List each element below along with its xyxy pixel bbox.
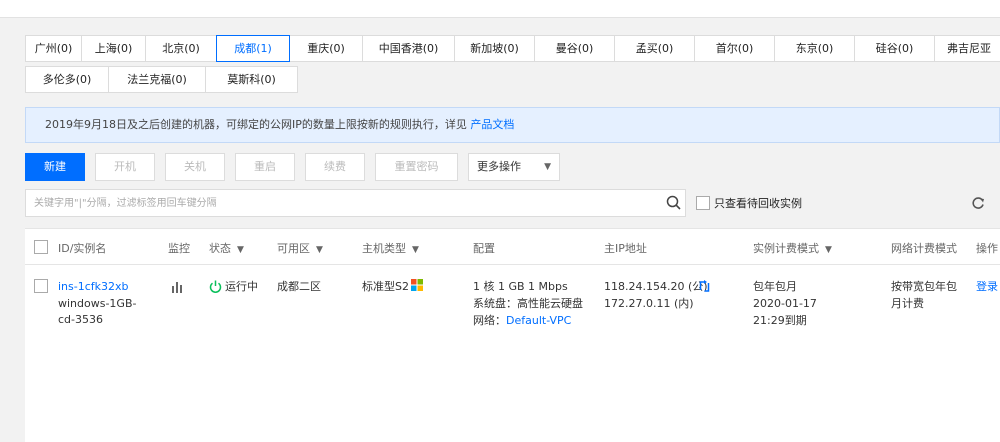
- restart-button[interactable]: 重启: [235, 153, 295, 181]
- header-status[interactable]: 状态 ▼: [209, 240, 244, 256]
- search-icon[interactable]: [665, 194, 683, 212]
- region-tab-chongqing[interactable]: 重庆(0): [289, 35, 363, 62]
- header-ops: 操作: [976, 242, 998, 255]
- notice-text: 2019年9月18日及之后创建的机器，可绑定的公网IP的数量上限按新的规则执行，…: [45, 118, 467, 131]
- more-actions-dropdown[interactable]: 更多操作 ▼: [468, 153, 560, 181]
- stop-button[interactable]: 关机: [165, 153, 225, 181]
- region-tab-bangkok[interactable]: 曼谷(0): [534, 35, 615, 62]
- login-link[interactable]: 登录: [976, 279, 998, 294]
- instance-name-line1: windows-1GB-: [58, 297, 137, 310]
- status-text: 运行中: [225, 280, 258, 293]
- header-net-billing: 网络计费模式: [891, 242, 957, 255]
- region-tab-frankfurt[interactable]: 法兰克福(0): [108, 66, 206, 93]
- region-tab-toronto[interactable]: 多伦多(0): [25, 66, 109, 93]
- config-line1: 1 核 1 GB 1 Mbps: [473, 280, 568, 293]
- region-tab-tokyo[interactable]: 东京(0): [774, 35, 855, 62]
- zone-value: 成都二区: [277, 280, 321, 293]
- monitor-chart-icon[interactable]: [172, 281, 185, 293]
- region-tab-virginia[interactable]: 弗吉尼亚: [934, 35, 1000, 62]
- instance-type-value: 标准型S2: [362, 280, 409, 293]
- product-doc-link[interactable]: 产品文档: [470, 118, 514, 131]
- header-monitor: 监控: [168, 242, 190, 255]
- recycle-only-label: 只查看待回收实例: [714, 197, 802, 210]
- region-tab-beijing[interactable]: 北京(0): [145, 35, 217, 62]
- header-zone-label: 可用区: [277, 242, 310, 255]
- region-tab-mumbai[interactable]: 孟买(0): [614, 35, 695, 62]
- config-line2: 系统盘：高性能云硬盘: [473, 297, 583, 310]
- header-billing[interactable]: 实例计费模式 ▼: [753, 240, 832, 256]
- public-ip: 118.24.154.20 (公): [604, 280, 708, 293]
- filter-icon[interactable]: ▼: [825, 245, 832, 255]
- net-billing-line1: 按带宽包年包: [891, 280, 957, 293]
- header-type-label: 主机类型: [362, 242, 406, 255]
- region-row-2: 多伦多(0) 法兰克福(0) 莫斯科(0): [25, 66, 1000, 93]
- billing-mode: 包年包月: [753, 280, 797, 293]
- renew-button[interactable]: 续费: [305, 153, 365, 181]
- instance-table: ID/实例名 监控 状态 ▼ 可用区 ▼ 主机类型 ▼ 配置 主IP地址 实例计费模式…: [25, 228, 1000, 442]
- start-button[interactable]: 开机: [95, 153, 155, 181]
- reset-password-button[interactable]: 重置密码: [375, 153, 458, 181]
- caret-down-icon: ▼: [544, 162, 551, 172]
- table-header: ID/实例名 监控 状态 ▼ 可用区 ▼ 主机类型 ▼ 配置 主IP地址 实例计费模式…: [25, 229, 1000, 265]
- region-row-1: 广州(0) 上海(0) 北京(0) 成都(1) 重庆(0) 中国香港(0) 新加…: [25, 35, 1000, 62]
- header-config: 配置: [473, 242, 495, 255]
- select-all-checkbox[interactable]: [34, 240, 48, 254]
- region-tab-hongkong[interactable]: 中国香港(0): [362, 35, 455, 62]
- instance-name-line2: cd-3536: [58, 313, 103, 326]
- windows-logo-icon: [411, 279, 423, 291]
- region-tab-siliconvalley[interactable]: 硅谷(0): [854, 35, 935, 62]
- header-status-label: 状态: [209, 242, 231, 255]
- network-label: 网络：: [473, 314, 506, 327]
- header-zone[interactable]: 可用区 ▼: [277, 240, 323, 256]
- billing-date: 2020-01-17: [753, 297, 817, 310]
- top-bar: [0, 0, 1000, 18]
- region-tab-seoul[interactable]: 首尔(0): [694, 35, 775, 62]
- header-type[interactable]: 主机类型 ▼: [362, 240, 419, 256]
- region-tab-singapore[interactable]: 新加坡(0): [454, 35, 535, 62]
- header-ip: 主IP地址: [604, 242, 647, 255]
- region-tab-moscow[interactable]: 莫斯科(0): [205, 66, 298, 93]
- filter-icon[interactable]: ▼: [316, 245, 323, 255]
- billing-expiry: 21:29到期: [753, 314, 807, 327]
- recycle-only-checkbox[interactable]: [696, 196, 710, 210]
- notice-banner: 2019年9月18日及之后创建的机器，可绑定的公网IP的数量上限按新的规则执行，…: [25, 107, 1000, 143]
- region-tab-guangzhou[interactable]: 广州(0): [25, 35, 82, 62]
- filter-icon[interactable]: ▼: [237, 245, 244, 255]
- row-checkbox[interactable]: [34, 279, 48, 293]
- region-tabs: 广州(0) 上海(0) 北京(0) 成都(1) 重庆(0) 中国香港(0) 新加…: [25, 35, 1000, 97]
- config-network: 网络：Default-VPC: [473, 313, 571, 328]
- ip-bind-icon[interactable]: [699, 280, 710, 293]
- header-billing-label: 实例计费模式: [753, 242, 819, 255]
- header-id: ID/实例名: [58, 242, 107, 255]
- region-tab-shanghai[interactable]: 上海(0): [81, 35, 146, 62]
- network-vpc-link[interactable]: Default-VPC: [506, 314, 571, 327]
- new-button[interactable]: 新建: [25, 153, 85, 181]
- instance-id-link[interactable]: ins-1cfk32xb: [58, 279, 129, 294]
- private-ip: 172.27.0.11 (内): [604, 297, 694, 310]
- more-actions-label: 更多操作: [477, 160, 521, 173]
- search-input[interactable]: [26, 190, 646, 216]
- search-box: [25, 189, 686, 217]
- refresh-icon[interactable]: [970, 195, 986, 211]
- net-billing-line2: 月计费: [891, 297, 924, 310]
- filter-icon[interactable]: ▼: [412, 245, 419, 255]
- region-tab-chengdu[interactable]: 成都(1): [216, 35, 290, 62]
- power-icon: [209, 280, 222, 293]
